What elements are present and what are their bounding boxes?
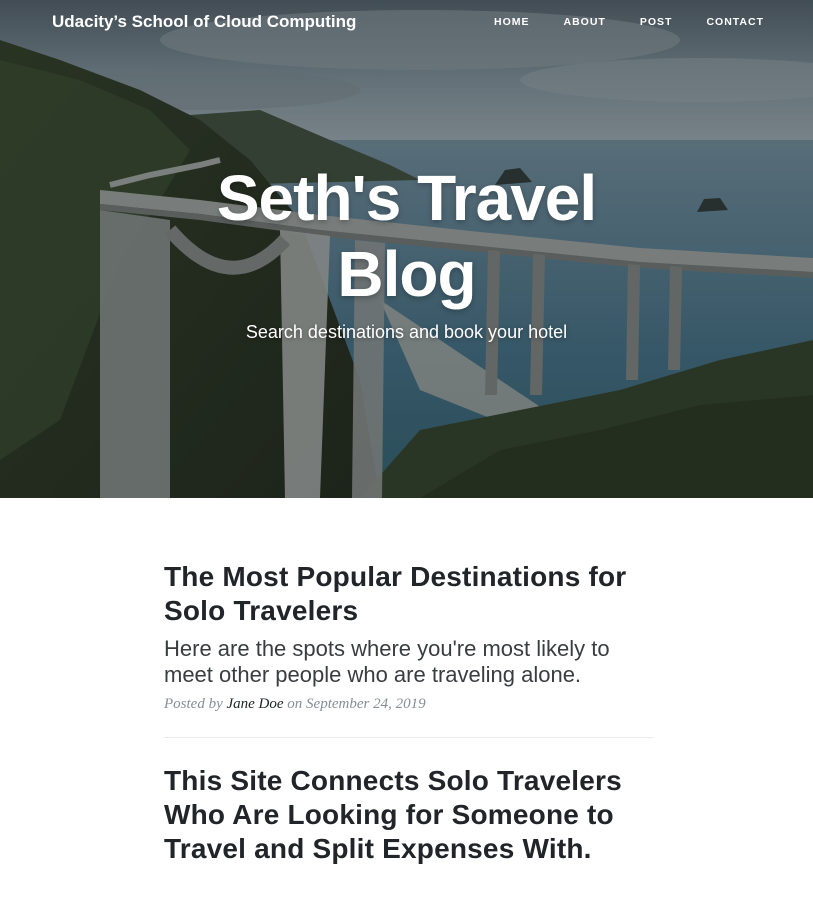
nav-link-post[interactable]: POST [606,16,673,28]
post-meta-prefix: Posted by [164,696,223,712]
post-subtitle: Here are the spots where you're most lik… [164,636,610,687]
navbar: Udacity’s School of Cloud Computing HOME… [0,0,813,46]
brand-link[interactable]: Udacity’s School of Cloud Computing [52,12,356,32]
nav-link-about[interactable]: ABOUT [530,16,606,28]
post-meta: Posted by Jane Doe on September 24, 2019 [164,696,654,713]
post-list: The Most Popular Destinations for Solo T… [164,560,654,866]
site-heading: Seth's Travel Blog Search destinations a… [0,160,813,343]
post-preview[interactable]: The Most Popular Destinations for Solo T… [164,560,654,688]
nav-links: HOME ABOUT POST CONTACT [494,16,764,28]
post-author-link[interactable]: Jane Doe [226,696,283,712]
hero-header: Udacity’s School of Cloud Computing HOME… [0,0,813,498]
site-subtitle: Search destinations and book your hotel [245,322,568,342]
post-meta-on: on [287,696,303,712]
post-date: September 24, 2019 [306,696,426,712]
post-divider [164,737,654,738]
nav-link-home[interactable]: HOME [494,16,530,28]
post-title[interactable]: This Site Connects Solo Travelers Who Ar… [164,764,654,866]
post-title[interactable]: The Most Popular Destinations for Solo T… [164,560,654,628]
nav-link-contact[interactable]: CONTACT [672,16,764,28]
post-preview[interactable]: This Site Connects Solo Travelers Who Ar… [164,764,654,866]
site-title: Seth's Travel Blog [216,162,597,310]
